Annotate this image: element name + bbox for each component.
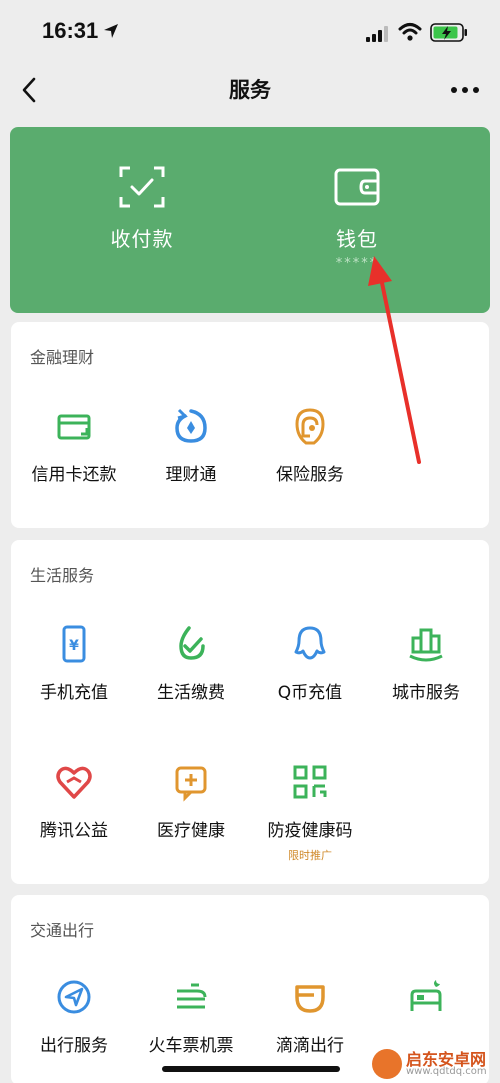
wallet-button[interactable]: 钱包 ***** — [287, 165, 427, 271]
credit-card-icon — [57, 414, 91, 440]
section-title: 生活服务 — [30, 566, 95, 585]
watermark-logo: 启东安卓网 www.qdtdq.com — [372, 1046, 498, 1082]
didi-icon — [295, 985, 325, 1013]
finance-section: 金融理财 信用卡还款 理财通 保险服务 — [11, 322, 489, 528]
service-label: 医疗健康 — [157, 821, 225, 841]
home-indicator[interactable] — [162, 1066, 340, 1072]
watermark-url: www.qdtdq.com — [406, 1066, 487, 1077]
service-label: 腾讯公益 — [40, 821, 108, 841]
charity-icon — [56, 766, 92, 799]
wallet-label: 钱包 — [336, 227, 378, 251]
service-label: 生活缴费 — [157, 683, 225, 703]
insurance-icon — [295, 408, 325, 445]
service-city[interactable]: 城市服务 — [366, 624, 486, 703]
phone-topup-icon: ¥ — [62, 625, 86, 663]
service-medical[interactable]: 医疗健康 — [131, 762, 251, 841]
service-label: 保险服务 — [276, 465, 344, 485]
pay-receive-label: 收付款 — [110, 227, 174, 251]
service-label: 理财通 — [165, 465, 217, 485]
section-title: 金融理财 — [30, 348, 95, 367]
travel-icon — [57, 980, 91, 1014]
health-code-icon — [293, 765, 327, 799]
service-label: 出行服务 — [40, 1036, 108, 1056]
promo-badge: 限时推广 — [288, 849, 332, 862]
service-label: 手机充值 — [40, 683, 108, 703]
service-utility[interactable]: 生活缴费 — [131, 624, 251, 703]
location-arrow-icon — [104, 24, 118, 38]
battery-charging-icon — [430, 23, 467, 42]
wifi-icon — [398, 23, 422, 41]
service-label: 滴滴出行 — [276, 1036, 344, 1056]
more-options-button[interactable] — [450, 86, 480, 94]
service-insurance[interactable]: 保险服务 — [250, 406, 370, 485]
life-services-section: 生活服务 ¥ 手机充值 生活缴费 Q币充值 城市服务 腾讯公益 医疗健康 防疫健… — [11, 540, 489, 884]
service-qq-coin[interactable]: Q币充值 — [250, 624, 370, 703]
service-didi[interactable]: 滴滴出行 — [250, 977, 370, 1056]
service-phone-topup[interactable]: ¥ 手机充值 — [14, 624, 134, 703]
wallet-icon — [334, 168, 380, 206]
city-icon — [409, 628, 443, 662]
medical-icon — [175, 766, 207, 802]
pay-receive-button[interactable]: 收付款 — [72, 165, 212, 252]
status-time: 16:31 — [42, 18, 99, 43]
scan-pay-icon — [119, 166, 165, 208]
service-health-code[interactable]: 防疫健康码 限时推广 — [250, 762, 370, 863]
qq-coin-icon — [294, 626, 326, 660]
status-bar: 16:31 — [0, 0, 500, 62]
service-wealth[interactable]: 理财通 — [131, 406, 251, 485]
service-label: 火车票机票 — [148, 1036, 234, 1056]
service-label: 城市服务 — [392, 683, 460, 703]
service-train-ticket[interactable]: 火车票机票 — [131, 977, 251, 1056]
wealth-icon — [175, 408, 207, 443]
utility-icon — [179, 626, 205, 660]
payment-card: 收付款 钱包 ***** — [10, 127, 490, 313]
service-credit-card-repay[interactable]: 信用卡还款 — [14, 406, 134, 485]
service-charity[interactable]: 腾讯公益 — [14, 762, 134, 841]
watermark-logo-icon — [372, 1049, 402, 1079]
cellular-signal-icon — [366, 26, 388, 42]
service-label: 信用卡还款 — [31, 465, 117, 485]
hotel-icon — [410, 980, 442, 1011]
nav-bar: 服务 — [0, 62, 500, 118]
wallet-balance-hidden: ***** — [335, 256, 379, 271]
section-title: 交通出行 — [30, 921, 95, 940]
service-label: 防疫健康码 — [267, 821, 353, 841]
service-travel[interactable]: 出行服务 — [14, 977, 134, 1056]
svg-text:¥: ¥ — [69, 638, 79, 654]
train-ticket-icon — [177, 983, 207, 1009]
page-title: 服务 — [229, 78, 271, 102]
service-label: Q币充值 — [277, 683, 343, 703]
service-hotel[interactable] — [366, 977, 486, 1031]
